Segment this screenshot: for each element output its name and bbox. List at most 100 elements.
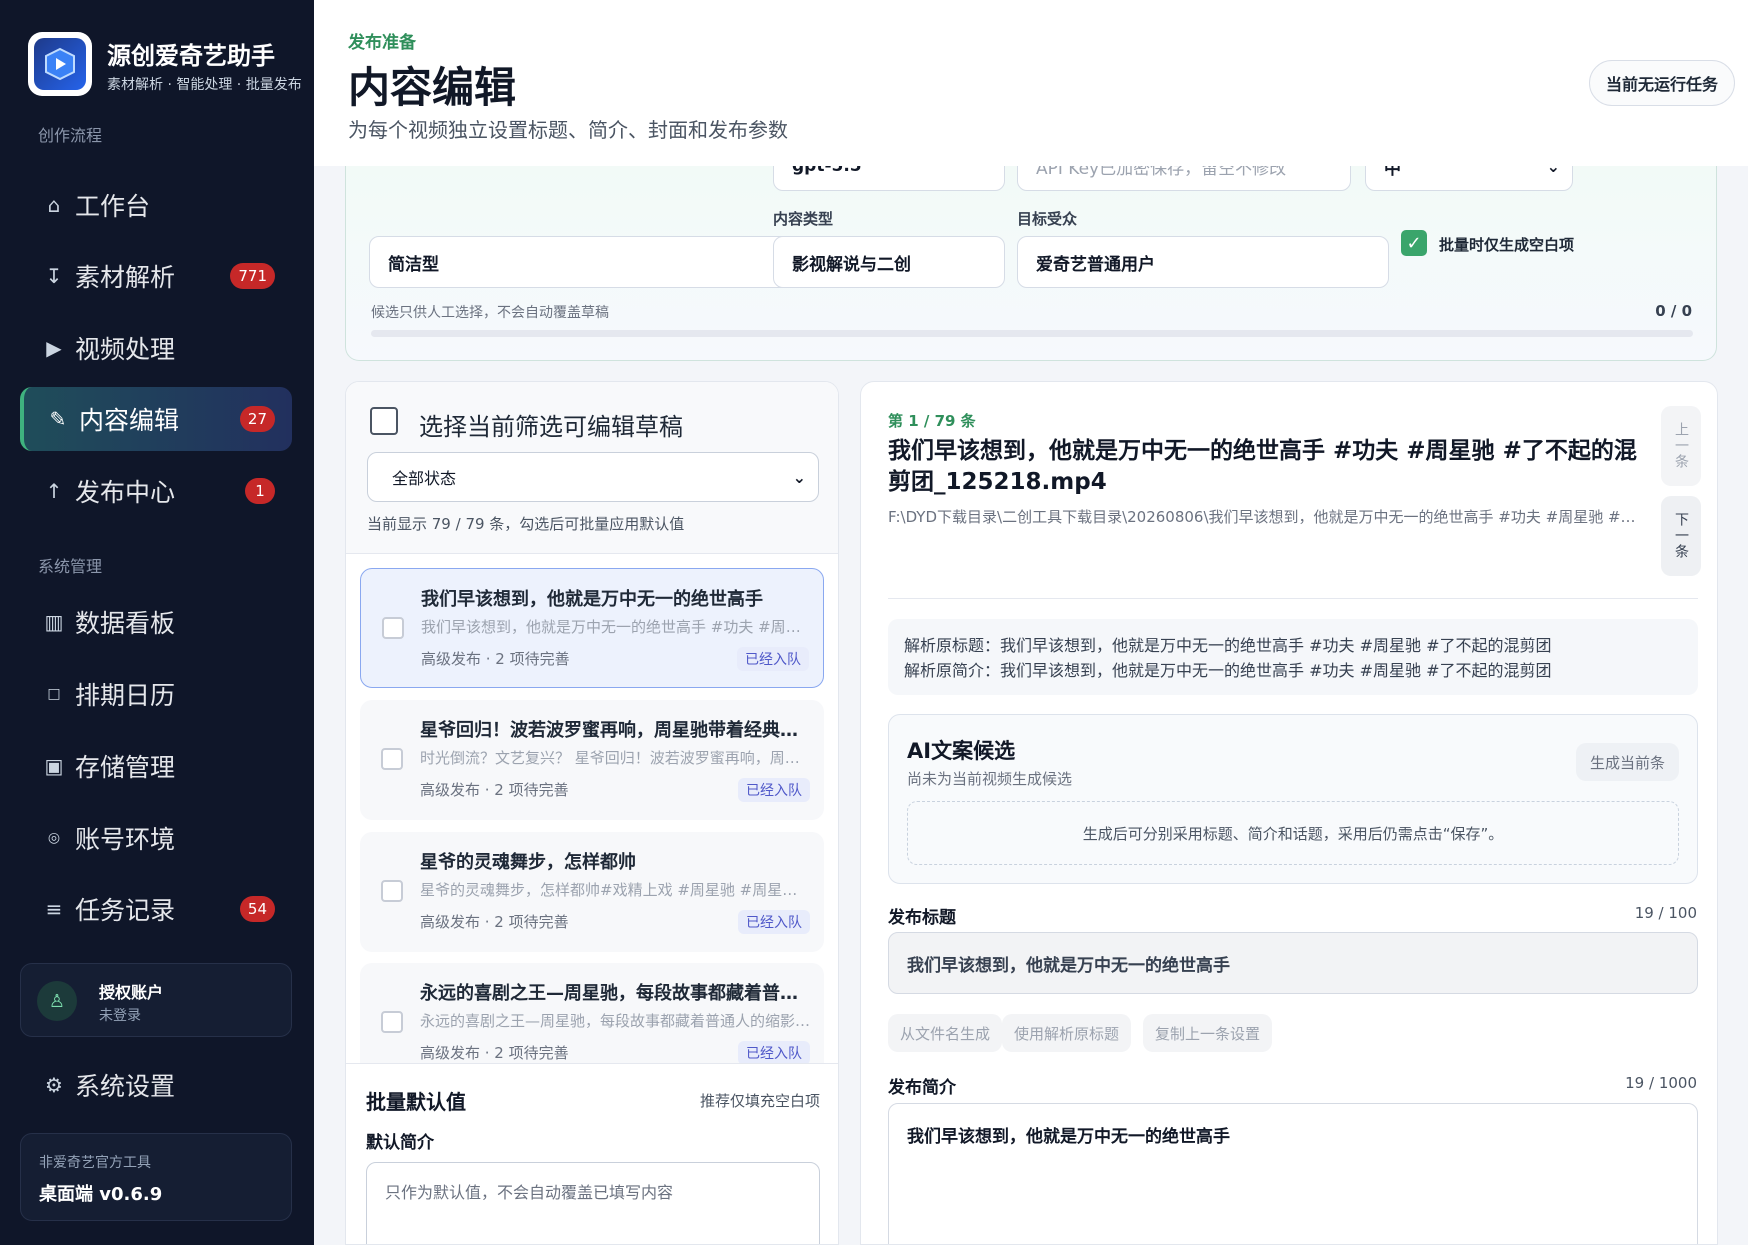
api-key-field[interactable]: API Key已加密保存，留空不修改 — [1017, 166, 1351, 191]
user-icon: ♙ — [37, 981, 77, 1021]
sidebar-item-task-log[interactable]: ≡ 任务记录 54 — [20, 877, 292, 941]
sidebar-item-content-edit[interactable]: ✎ 内容编辑 27 — [20, 387, 292, 451]
item-desc: 时光倒流？文艺复兴？ 星爷回归！波若波罗蜜再响，周星驰带着经典台词回来了 — [420, 749, 812, 767]
download-icon: ↧ — [45, 264, 63, 288]
select-all-checkbox[interactable] — [370, 407, 398, 435]
list-item[interactable]: 星爷的灵魂舞步，怎样都帅 星爷的灵魂舞步，怎样都帅#戏精上戏 #周星驰 #周星驰… — [360, 832, 824, 952]
app-logo — [28, 32, 92, 96]
generate-current-button[interactable]: 生成当前条 — [1575, 743, 1679, 781]
sidebar-item-label: 素材解析 — [75, 263, 176, 292]
item-checkbox[interactable] — [382, 617, 404, 639]
page-title: 内容编辑 — [348, 63, 517, 112]
draft-list-panel: 选择当前筛选可编辑草稿 全部状态 ⌄ 当前显示 79 / 79 条，勾选后可批量… — [345, 381, 839, 1245]
auth-account-card[interactable]: ♙ 授权账户 未登录 — [20, 963, 292, 1037]
prev-item-button[interactable]: 上一条 — [1661, 406, 1701, 486]
ai-candidates-subtitle: 尚未为当前视频生成候选 — [907, 770, 1073, 788]
use-parsed-title-button[interactable]: 使用解析原标题 — [1002, 1014, 1132, 1052]
sidebar-item-video-process[interactable]: ▶ 视频处理 — [20, 316, 292, 380]
home-icon: ⌂ — [47, 193, 61, 217]
sidebar-item-label: 存储管理 — [75, 753, 176, 782]
status-filter-value: 全部状态 — [392, 469, 457, 488]
sidebar-item-label: 发布中心 — [75, 478, 176, 507]
copy-previous-button[interactable]: 复制上一条设置 — [1143, 1014, 1273, 1052]
publish-desc-count: 19 / 1000 — [1625, 1074, 1697, 1092]
item-meta: 高级发布 · 2 项待完善 — [421, 650, 570, 668]
item-checkbox[interactable] — [381, 748, 403, 770]
publish-title-count: 19 / 100 — [1634, 904, 1697, 922]
ai-hint-text: 候选只供人工选择，不会自动覆盖草稿 — [371, 305, 609, 321]
sidebar-item-storage[interactable]: ▣ 存储管理 — [20, 734, 292, 798]
item-desc: 星爷的灵魂舞步，怎样都帅#戏精上戏 #周星驰 #周星驰经典 — [420, 881, 812, 899]
style-value: 简洁型 — [388, 254, 439, 275]
item-title: 星爷回归！波若波罗蜜再响，周星驰带着经典台词回来了 — [420, 720, 800, 741]
publish-title-input[interactable]: 我们早该想到，他就是万中无一的绝世高手 — [888, 932, 1698, 994]
default-desc-textarea[interactable]: 只作为默认值，不会自动覆盖已填写内容 — [366, 1162, 820, 1244]
ai-candidates-empty: 生成后可分别采用标题、简介和话题，采用后仍需点击“保存”。 — [907, 801, 1679, 865]
item-checkbox[interactable] — [381, 880, 403, 902]
account-icon: ◎ — [47, 830, 61, 846]
audience-field[interactable]: 爱奇艺普通用户 — [1017, 236, 1389, 288]
sidebar-item-dashboard[interactable]: ▥ 数据看板 — [20, 590, 292, 654]
sidebar-item-settings[interactable]: ⚙ 系统设置 — [20, 1053, 292, 1117]
only-empty-checkbox[interactable]: ✓ — [1401, 230, 1427, 256]
content-type-label: 内容类型 — [773, 210, 834, 228]
item-desc: 永远的喜剧之王—周星驰，每段故事都藏着普通人的缩影与梦想 — [420, 1012, 812, 1030]
divider — [888, 598, 1698, 599]
task-status-button[interactable]: 当前无运行任务 — [1588, 60, 1735, 106]
publish-desc-textarea[interactable]: 我们早该想到，他就是万中无一的绝世高手 — [888, 1103, 1698, 1244]
sidebar-item-calendar[interactable]: □ 排期日历 — [20, 662, 292, 726]
level-select[interactable]: 中 ⌄ — [1365, 166, 1573, 191]
sidebar-item-publish-center[interactable]: ↑ 发布中心 1 — [20, 459, 292, 523]
sidebar-item-label: 系统设置 — [75, 1072, 176, 1101]
page-eyebrow: 发布准备 — [348, 33, 416, 53]
parsed-title: 解析原标题：我们早该想到，他就是万中无一的绝世高手 #功夫 #周星驰 #了不起的… — [904, 636, 1552, 655]
calendar-icon: □ — [47, 686, 61, 702]
list-item[interactable]: 我们早该想到，他就是万中无一的绝世高手 我们早该想到，他就是万中无一的绝世高手 … — [360, 568, 824, 688]
batch-defaults-title: 批量默认值 — [366, 1090, 466, 1114]
select-all-label: 选择当前筛选可编辑草稿 — [419, 413, 683, 441]
sidebar: 源创爱奇艺助手 素材解析 · 智能处理 · 批量发布 创作流程 ⌂ 工作台 ↧ … — [0, 0, 314, 1245]
bars-icon: ▥ — [44, 610, 64, 634]
item-counter: 第 1 / 79 条 — [888, 412, 976, 430]
parsed-info-box: 解析原标题：我们早该想到，他就是万中无一的绝世高手 #功夫 #周星驰 #了不起的… — [888, 619, 1698, 695]
video-title: 我们早该想到，他就是万中无一的绝世高手 #功夫 #周星驰 #了不起的混剪团_12… — [888, 438, 1637, 495]
auth-account-status: 未登录 — [99, 1008, 141, 1024]
item-title: 永远的喜剧之王—周星驰，每段故事都藏着普通人的缩影 — [420, 983, 800, 1004]
auth-account-name: 授权账户 — [99, 983, 164, 1002]
item-checkbox[interactable] — [381, 1011, 403, 1033]
cube-logo-icon — [34, 38, 86, 90]
count-badge: 27 — [239, 406, 275, 432]
only-empty-label: 批量时仅生成空白项 — [1439, 236, 1575, 254]
ai-candidates-card: AI文案候选 尚未为当前视频生成候选 生成当前条 生成后可分别采用标题、简介和话… — [888, 714, 1698, 884]
sidebar-item-label: 内容编辑 — [79, 406, 180, 435]
version-card: 非爱奇艺官方工具 桌面端 v0.6.9 — [20, 1133, 292, 1221]
from-filename-button[interactable]: 从文件名生成 — [888, 1014, 1003, 1052]
level-value: 中 — [1384, 166, 1401, 179]
ai-settings-card: gpt-5.5 API Key已加密保存，留空不修改 中 ⌄ 内容类型 目标受众… — [345, 166, 1717, 361]
item-title: 我们早该想到，他就是万中无一的绝世高手 — [421, 589, 763, 610]
style-select[interactable]: 简洁型 ⌄ — [369, 236, 805, 288]
gear-icon: ⚙ — [45, 1073, 63, 1097]
storage-icon: ▣ — [44, 754, 64, 778]
count-badge: 1 — [245, 478, 275, 504]
status-badge: 已经入队 — [738, 778, 810, 802]
item-meta: 高级发布 · 2 项待完善 — [420, 781, 569, 799]
video-file-path: F:\DYD下载目录\二创工具下载目录\20260806\我们早该想到，他就是万… — [888, 508, 1638, 526]
sidebar-item-workbench[interactable]: ⌂ 工作台 — [20, 173, 292, 237]
item-meta: 高级发布 · 2 项待完善 — [420, 1044, 569, 1062]
status-badge: 已经入队 — [737, 647, 809, 671]
draft-detail-panel: 第 1 / 79 条 我们早该想到，他就是万中无一的绝世高手 #功夫 #周星驰 … — [860, 381, 1718, 1245]
ai-candidates-title: AI文案候选 — [907, 739, 1016, 763]
sidebar-item-label: 任务记录 — [75, 896, 176, 925]
count-badge: 54 — [239, 896, 275, 922]
model-field[interactable]: gpt-5.5 — [773, 166, 1005, 191]
list-item[interactable]: 星爷回归！波若波罗蜜再响，周星驰带着经典台词回来了 时光倒流？文艺复兴？ 星爷回… — [360, 700, 824, 820]
count-badge: 771 — [230, 263, 275, 289]
status-filter-select[interactable]: 全部状态 ⌄ — [367, 452, 819, 502]
status-badge: 已经入队 — [738, 910, 810, 934]
status-badge: 已经入队 — [738, 1041, 810, 1065]
sidebar-item-material-parse[interactable]: ↧ 素材解析 771 — [20, 244, 292, 308]
next-item-button[interactable]: 下一条 — [1661, 496, 1701, 576]
sidebar-item-account-env[interactable]: ◎ 账号环境 — [20, 806, 292, 870]
content-type-field[interactable]: 影视解说与二创 — [773, 236, 1005, 288]
